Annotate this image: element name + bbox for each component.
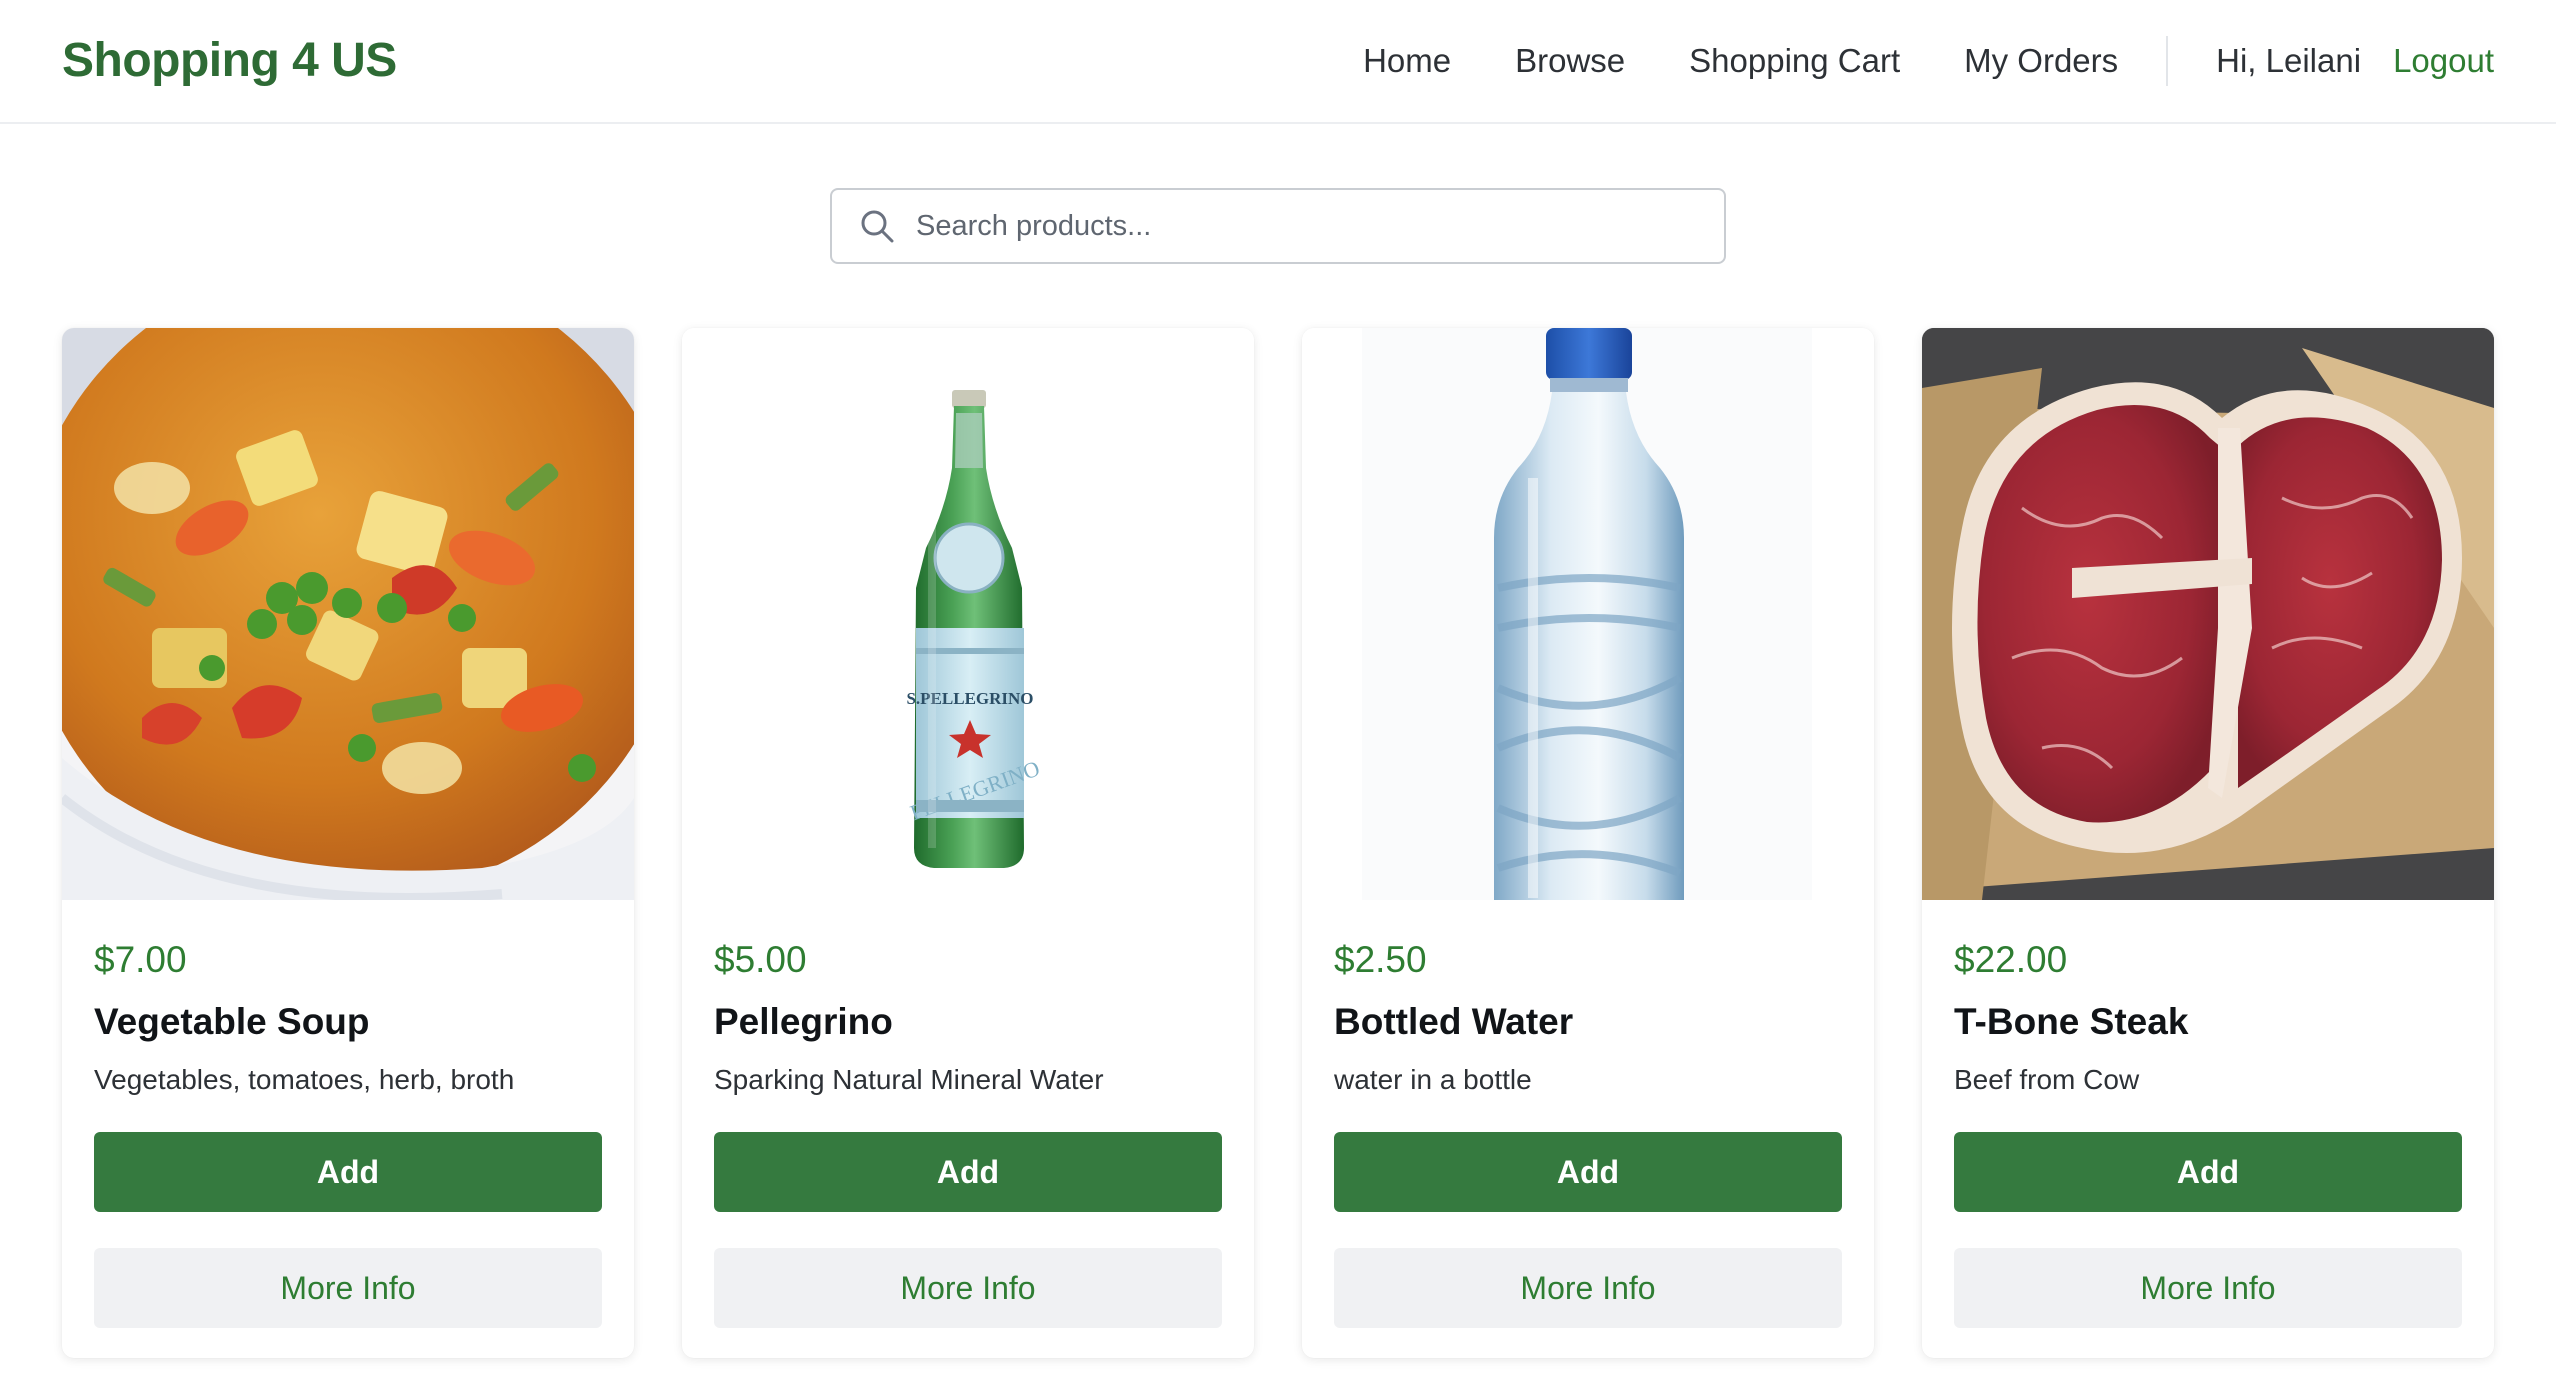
more-info-button[interactable]: More Info [94,1248,602,1328]
user-greeting: Hi, Leilani [2216,42,2362,79]
product-price: $22.00 [1954,939,2068,980]
svg-text:S.PELLEGRINO: S.PELLEGRINO [906,689,1033,708]
add-to-cart-button[interactable]: Add [1334,1132,1842,1212]
add-to-cart-button[interactable]: Add [714,1132,1222,1212]
nav-divider [2166,36,2169,86]
main-nav: Home Browse Shopping Cart My Orders Hi, … [1363,30,2494,92]
pellegrino-bottle-image[interactable]: S.PELLEGRINO PELLEGRINO [682,328,1254,900]
add-to-cart-button[interactable]: Add [94,1132,602,1212]
nav-browse-link[interactable]: Browse [1515,30,1625,92]
product-card-pellegrino: S.PELLEGRINO PELLEGRINO $5.00 Pellegrino… [682,328,1254,1358]
t-bone-steak-image[interactable] [1922,328,2494,900]
product-description: Sparking Natural Mineral Water [714,1064,1104,1095]
product-description: Vegetables, tomatoes, herb, broth [94,1064,515,1095]
search-bar [830,188,1726,264]
water-bottle-image[interactable] [1302,328,1874,900]
vegetable-soup-image[interactable] [62,328,634,900]
search-icon [858,207,896,245]
more-info-button[interactable]: More Info [1954,1248,2462,1328]
nav-my-orders-link[interactable]: My Orders [1964,30,2118,92]
product-name: Pellegrino [714,1001,893,1042]
product-card-bottled-water: $2.50 Bottled Water water in a bottle Ad… [1302,328,1874,1358]
product-price: $2.50 [1334,939,1427,980]
product-price: $5.00 [714,939,807,980]
product-description: Beef from Cow [1954,1064,2140,1095]
more-info-button[interactable]: More Info [714,1248,1222,1328]
nav-home-link[interactable]: Home [1363,30,1451,92]
product-name: T-Bone Steak [1954,1001,2189,1042]
product-price: $7.00 [94,939,187,980]
product-description: water in a bottle [1334,1064,1532,1095]
brand-logo[interactable]: Shopping 4 US [62,30,397,92]
product-card-t-bone-steak: $22.00 T-Bone Steak Beef from Cow Add Mo… [1922,328,2494,1358]
search-input[interactable] [916,196,1696,256]
more-info-button[interactable]: More Info [1334,1248,1842,1328]
logout-link[interactable]: Logout [2393,30,2494,92]
product-card-vegetable-soup: $7.00 Vegetable Soup Vegetables, tomatoe… [62,328,634,1358]
top-navbar: Shopping 4 US Home Browse Shopping Cart … [0,0,2556,124]
product-name: Vegetable Soup [94,1001,370,1042]
nav-shopping-cart-link[interactable]: Shopping Cart [1689,30,1900,92]
add-to-cart-button[interactable]: Add [1954,1132,2462,1212]
product-name: Bottled Water [1334,1001,1574,1042]
